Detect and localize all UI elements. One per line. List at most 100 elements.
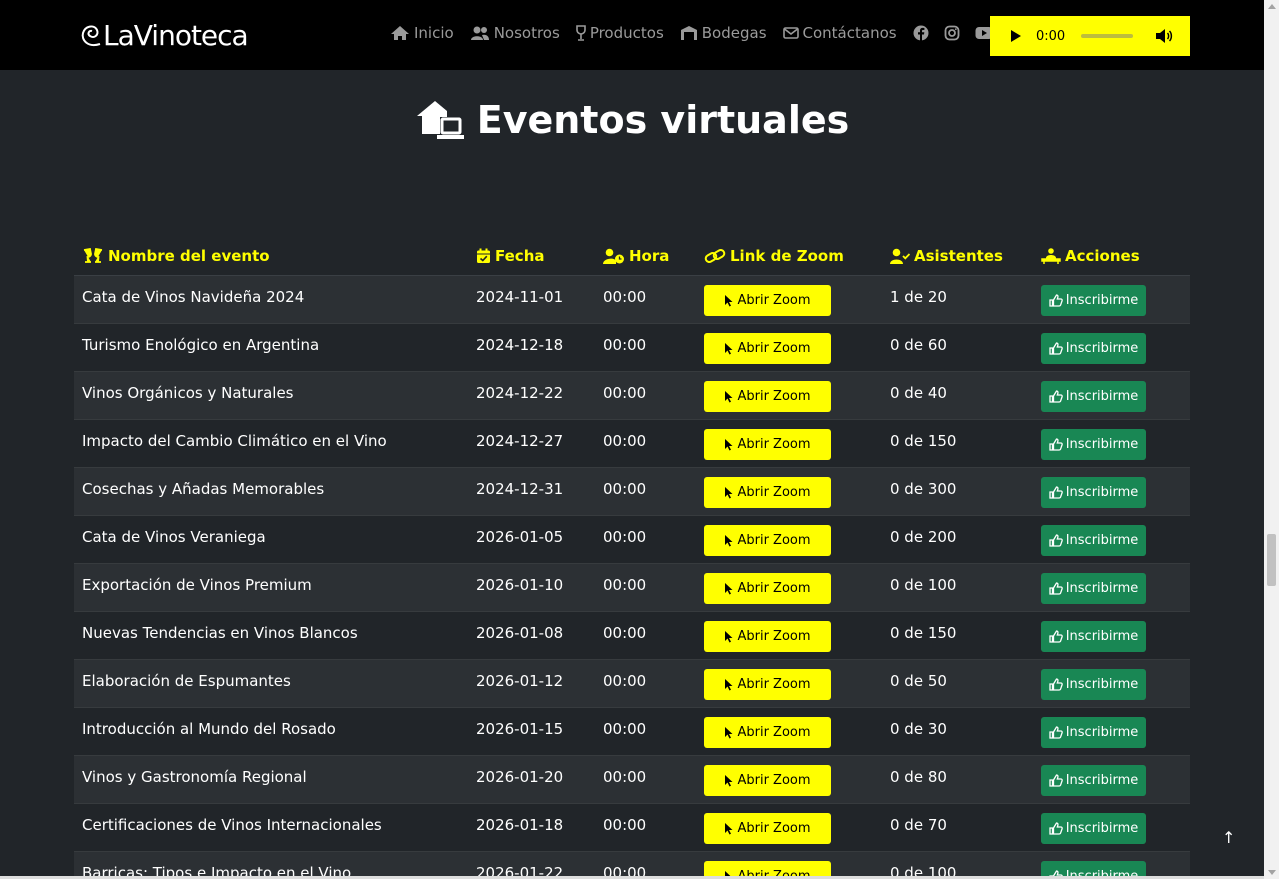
subscribe-label: Inscribirme <box>1065 677 1139 692</box>
open-zoom-label: Abrir Zoom <box>737 821 811 836</box>
event-date: 2024-12-31 <box>476 480 564 498</box>
user-clock-icon <box>603 248 624 264</box>
event-time: 00:00 <box>603 720 647 738</box>
event-date: 2024-12-22 <box>476 384 564 402</box>
actions-cell: Inscribirme <box>1033 420 1190 460</box>
subscribe-button[interactable]: Inscribirme <box>1041 765 1146 796</box>
event-attendees: 1 de 20 <box>890 288 947 306</box>
event-attendees: 0 de 100 <box>890 864 957 879</box>
actions-cell: Inscribirme <box>1033 324 1190 364</box>
thumbs-up-icon <box>1049 678 1063 691</box>
event-name: Cata de Vinos Veraniega <box>82 528 266 546</box>
event-date: 2026-01-18 <box>476 816 564 834</box>
open-zoom-button[interactable]: Abrir Zoom <box>704 333 831 364</box>
subscribe-button[interactable]: Inscribirme <box>1041 429 1146 460</box>
navbar: LaVinoteca Inicio Nosotros Productos Bod… <box>0 0 1264 70</box>
event-name: Exportación de Vinos Premium <box>82 576 312 594</box>
instagram-link[interactable] <box>944 25 960 41</box>
scroll-up-arrow[interactable] <box>1268 4 1276 9</box>
event-date: 2026-01-10 <box>476 576 564 594</box>
nav-item-bodegas[interactable]: Bodegas <box>680 24 767 42</box>
event-attendees: 0 de 50 <box>890 672 947 690</box>
thumbs-up-icon <box>1049 342 1063 355</box>
nav-item-productos[interactable]: Productos <box>576 24 664 42</box>
subscribe-label: Inscribirme <box>1065 581 1139 596</box>
calendar-check-icon <box>477 248 490 263</box>
open-zoom-button[interactable]: Abrir Zoom <box>704 573 831 604</box>
zoom-cell: Abrir Zoom <box>696 516 882 556</box>
audio-time: 0:00 <box>1036 28 1066 44</box>
zoom-cell: Abrir Zoom <box>696 324 882 364</box>
open-zoom-button[interactable]: Abrir Zoom <box>704 621 831 652</box>
thumbs-up-icon <box>1049 630 1063 643</box>
nav-item-label: Inicio <box>414 24 454 42</box>
thumbs-up-icon <box>1049 534 1063 547</box>
nav-item-inicio[interactable]: Inicio <box>390 24 454 42</box>
zoom-cell: Abrir Zoom <box>696 852 882 879</box>
open-zoom-button[interactable]: Abrir Zoom <box>704 765 831 796</box>
play-icon[interactable] <box>1010 29 1022 43</box>
subscribe-label: Inscribirme <box>1065 821 1139 836</box>
subscribe-button[interactable]: Inscribirme <box>1041 669 1146 700</box>
page-scrollbar[interactable] <box>1264 0 1279 879</box>
nav-item-contactanos[interactable]: Contáctanos <box>782 24 897 42</box>
actions-cell: Inscribirme <box>1033 372 1190 412</box>
open-zoom-button[interactable]: Abrir Zoom <box>704 381 831 412</box>
event-name: Vinos y Gastronomía Regional <box>82 768 307 786</box>
scroll-thumb[interactable] <box>1267 534 1276 586</box>
open-zoom-label: Abrir Zoom <box>737 485 811 500</box>
main-nav: Inicio Nosotros Productos Bodegas Contác… <box>390 24 1008 42</box>
user-check-icon <box>890 248 910 264</box>
open-zoom-button[interactable]: Abrir Zoom <box>704 429 831 460</box>
open-zoom-label: Abrir Zoom <box>737 725 811 740</box>
actions-cell: Inscribirme <box>1033 804 1190 844</box>
open-zoom-button[interactable]: Abrir Zoom <box>704 813 831 844</box>
table-body: Cata de Vinos Navideña 2024 2024-11-01 00:… <box>74 276 1190 879</box>
subscribe-button[interactable]: Inscribirme <box>1041 381 1146 412</box>
pointer-icon <box>725 294 733 306</box>
pointer-icon <box>725 774 733 786</box>
open-zoom-button[interactable]: Abrir Zoom <box>704 669 831 700</box>
brand-logo[interactable]: LaVinoteca <box>80 18 249 52</box>
thumbs-up-icon <box>1049 294 1063 307</box>
link-icon <box>704 248 726 263</box>
subscribe-label: Inscribirme <box>1065 629 1139 644</box>
event-name: Barricas: Tipos e Impacto en el Vino <box>82 864 352 879</box>
event-name: Introducción al Mundo del Rosado <box>82 720 336 738</box>
event-name: Cosechas y Añadas Memorables <box>82 480 325 498</box>
zoom-cell: Abrir Zoom <box>696 564 882 604</box>
event-name: Turismo Enológico en Argentina <box>82 336 320 354</box>
actions-cell: Inscribirme <box>1033 852 1190 879</box>
audio-progress-slider[interactable] <box>1081 34 1134 38</box>
subscribe-button[interactable]: Inscribirme <box>1041 573 1146 604</box>
open-zoom-button[interactable]: Abrir Zoom <box>704 477 831 508</box>
event-time: 00:00 <box>603 816 647 834</box>
nav-item-label: Nosotros <box>493 24 560 42</box>
audio-player[interactable]: 0:00 <box>990 16 1190 56</box>
subscribe-button[interactable]: Inscribirme <box>1041 285 1146 316</box>
open-zoom-button[interactable]: Abrir Zoom <box>704 285 831 316</box>
column-header-time: Hora <box>595 247 696 265</box>
open-zoom-button[interactable]: Abrir Zoom <box>704 525 831 556</box>
column-header-zoom-link: Link de Zoom <box>696 247 882 265</box>
zoom-cell: Abrir Zoom <box>696 612 882 652</box>
open-zoom-button[interactable]: Abrir Zoom <box>704 717 831 748</box>
subscribe-button[interactable]: Inscribirme <box>1041 525 1146 556</box>
back-to-top-button[interactable]: ↑ <box>1222 828 1235 847</box>
volume-icon[interactable] <box>1155 28 1173 44</box>
scroll-down-arrow[interactable] <box>1268 870 1276 875</box>
event-time: 00:00 <box>603 432 647 450</box>
nav-item-nosotros[interactable]: Nosotros <box>470 24 560 42</box>
facebook-link[interactable] <box>913 25 929 41</box>
subscribe-button[interactable]: Inscribirme <box>1041 477 1146 508</box>
nav-item-label: Bodegas <box>701 24 767 42</box>
subscribe-button[interactable]: Inscribirme <box>1041 621 1146 652</box>
subscribe-label: Inscribirme <box>1065 293 1139 308</box>
event-date: 2024-12-27 <box>476 432 564 450</box>
subscribe-button[interactable]: Inscribirme <box>1041 717 1146 748</box>
subscribe-button[interactable]: Inscribirme <box>1041 333 1146 364</box>
open-zoom-label: Abrir Zoom <box>737 341 811 356</box>
wine-glasses-icon <box>83 247 103 263</box>
subscribe-button[interactable]: Inscribirme <box>1041 813 1146 844</box>
open-zoom-label: Abrir Zoom <box>737 437 811 452</box>
